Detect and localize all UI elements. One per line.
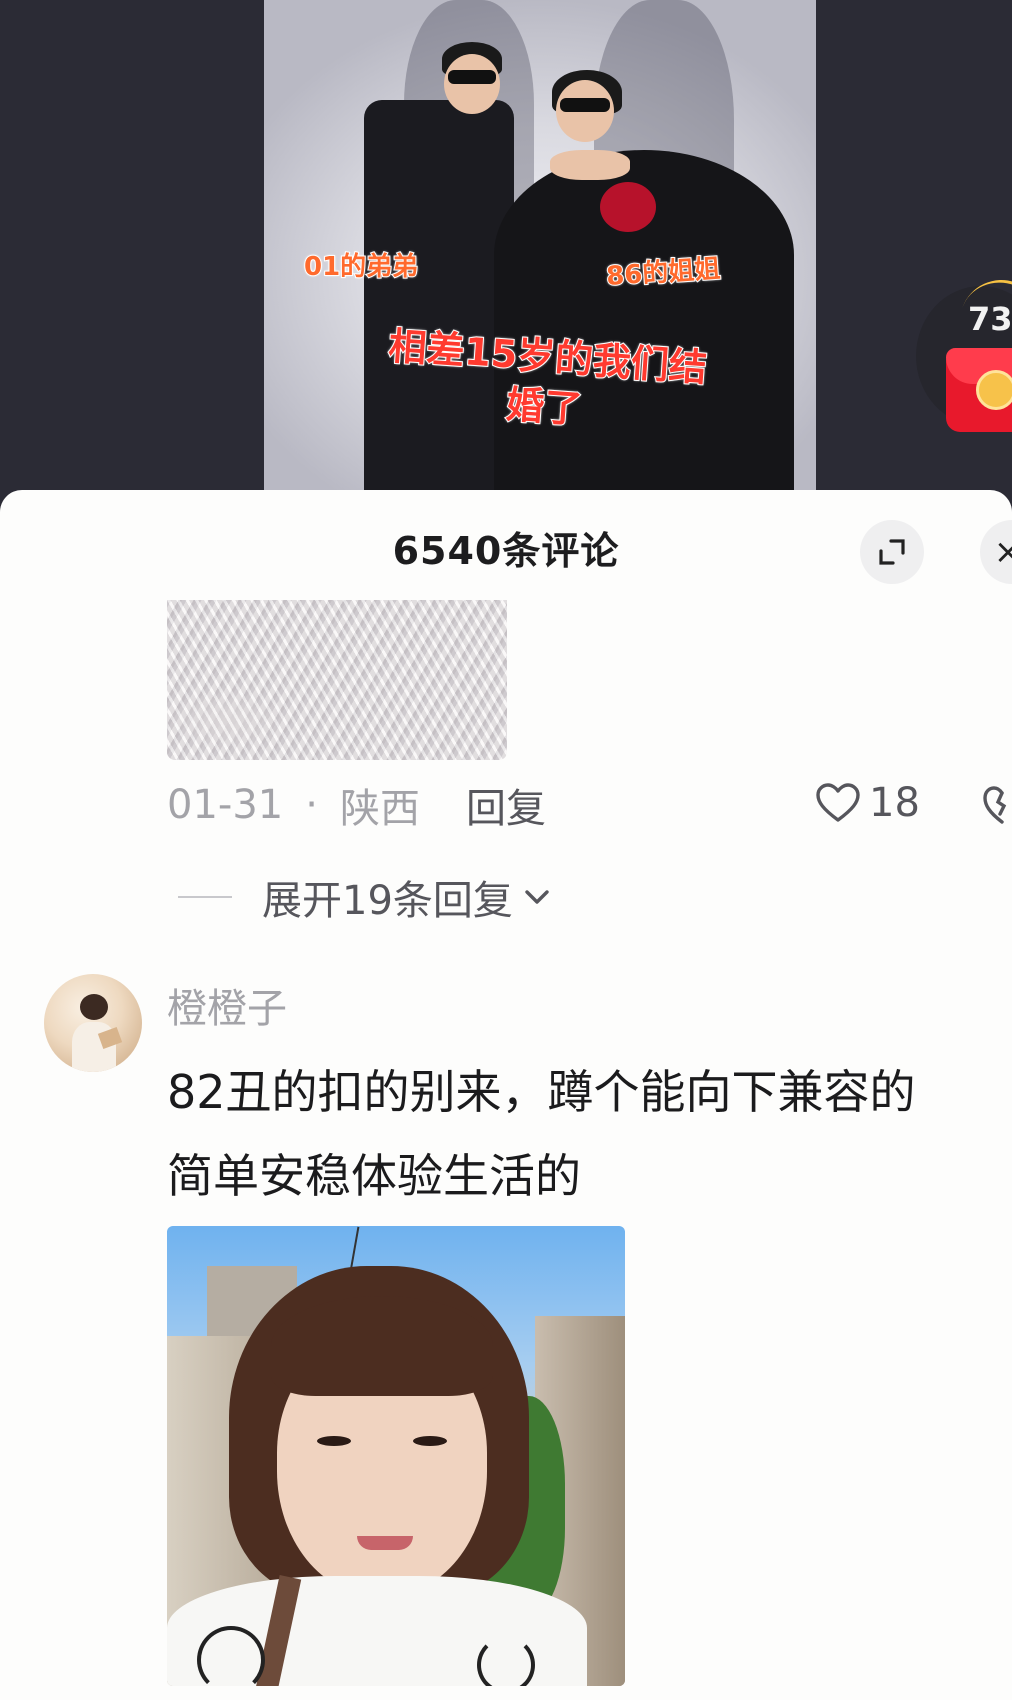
bouquet	[600, 182, 656, 232]
photo-bangs	[271, 1296, 493, 1396]
comment-text: 82丑的扣的别来，蹲个能向下兼容的 简单安稳体验生活的	[167, 1050, 1012, 1218]
comment-text-line1: 82丑的扣的别来，蹲个能向下兼容的	[167, 1065, 916, 1119]
comment-image-fur[interactable]	[167, 600, 507, 760]
red-envelope-coin-icon	[976, 370, 1012, 410]
avatar[interactable]	[44, 974, 142, 1072]
comment-text-line2: 简单安稳体验生活的	[167, 1149, 581, 1203]
expand-replies-button[interactable]: 展开19条回复	[178, 868, 551, 926]
photo-shirt-print-left	[197, 1626, 265, 1686]
fullscreen-button[interactable]	[860, 520, 924, 584]
groom-head	[444, 54, 500, 114]
broken-heart-icon[interactable]	[982, 784, 1012, 826]
like-count: 18	[869, 780, 920, 826]
comments-sheet: 6540条评论 × 01-31 · 陕西 回复 18 展开19条回复 橙橙子 8…	[0, 490, 1012, 1700]
heart-icon	[816, 783, 860, 822]
reply-button[interactable]: 回复	[466, 776, 546, 834]
comment-username[interactable]: 橙橙子	[167, 976, 287, 1034]
expand-line	[178, 896, 232, 898]
bride-glasses	[560, 98, 610, 112]
close-icon: ×	[993, 532, 1012, 572]
expand-replies-label: 展开19条回复	[262, 878, 513, 924]
groom-figure	[364, 100, 514, 500]
chevron-down-icon	[525, 890, 549, 904]
photo-eye-left	[317, 1436, 351, 1446]
photo-mouth	[357, 1536, 413, 1550]
photo-shirt-print-right	[477, 1636, 535, 1686]
bride-shoulders	[550, 150, 630, 180]
meta-separator: ·	[305, 782, 318, 828]
comment-location: 陕西	[339, 786, 420, 832]
fur-texture	[167, 600, 507, 760]
video-area[interactable]: 01的弟弟 86的姐姐 相差15岁的我们结 婚了 73	[0, 0, 1012, 500]
photo-eye-right	[413, 1436, 447, 1446]
groom-glasses	[448, 70, 496, 84]
avatar-hair	[80, 994, 108, 1020]
comment-date: 01-31	[167, 782, 284, 828]
expand-icon	[879, 539, 905, 565]
comment-image-selfie[interactable]	[167, 1226, 625, 1686]
video-frame[interactable]: 01的弟弟 86的姐姐 相差15岁的我们结 婚了	[264, 0, 816, 500]
caption-left: 01的弟弟	[303, 251, 419, 283]
like-button[interactable]: 18	[815, 780, 920, 826]
badge-count: 73	[968, 300, 1012, 338]
